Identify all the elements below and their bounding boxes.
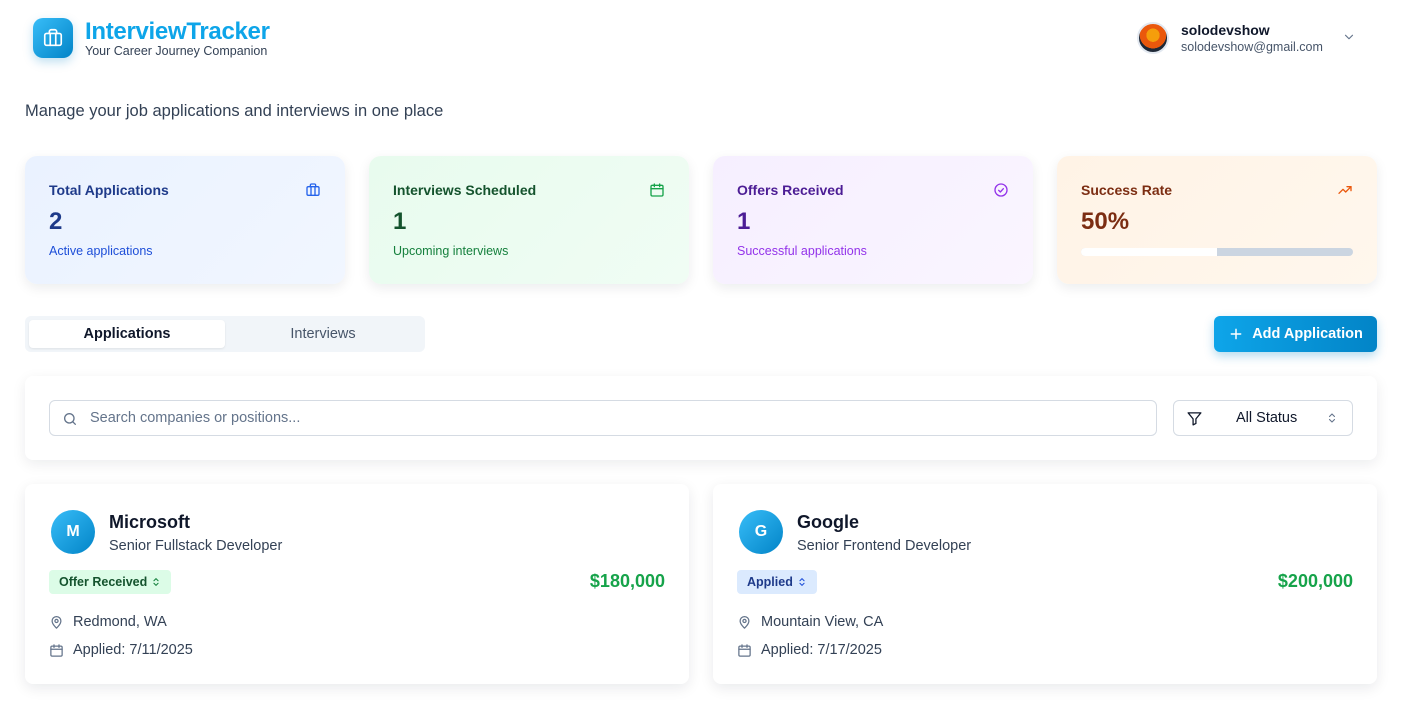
page-tagline: Manage your job applications and intervi… xyxy=(25,102,444,120)
stat-card-success-rate: Success Rate 50% xyxy=(1057,156,1377,284)
map-pin-icon xyxy=(51,615,62,629)
stat-label: Success Rate xyxy=(1081,182,1173,198)
chevron-updown-icon xyxy=(153,578,159,586)
briefcase-icon xyxy=(306,183,320,196)
stat-value: 50% xyxy=(1081,208,1130,235)
stat-label: Offers Received xyxy=(737,182,844,198)
chevron-updown-icon xyxy=(799,578,805,586)
user-menu[interactable]: solodevshow solodevshow@gmail.com xyxy=(1137,20,1357,56)
add-application-label: Add Application xyxy=(1252,326,1363,342)
calendar-icon xyxy=(50,643,63,657)
map-pin-icon xyxy=(739,615,750,629)
app-header: InterviewTracker Your Career Journey Com… xyxy=(0,0,1417,80)
location-text: Redmond, WA xyxy=(73,614,167,630)
location-row: Mountain View, CA xyxy=(737,612,883,632)
applied-date-row: Applied: 7/11/2025 xyxy=(49,640,193,660)
stat-note: Upcoming interviews xyxy=(393,244,509,258)
view-tabs: Applications Interviews xyxy=(25,316,425,352)
location-row: Redmond, WA xyxy=(49,612,167,632)
status-badge[interactable]: Offer Received xyxy=(49,570,172,594)
check-circle-icon xyxy=(994,183,1008,197)
tab-applications[interactable]: Applications xyxy=(29,320,225,348)
company-name: Microsoft xyxy=(109,512,190,532)
status-badge-label: Applied xyxy=(747,575,793,589)
stat-value: 2 xyxy=(49,208,63,235)
stat-value: 1 xyxy=(737,208,751,235)
app-title: InterviewTracker xyxy=(85,18,270,45)
app-subtitle: Your Career Journey Companion xyxy=(85,44,268,58)
application-card[interactable]: M Microsoft Senior Fullstack Developer O… xyxy=(25,484,689,684)
salary: $180,000 xyxy=(589,571,665,591)
applied-date-text: Applied: 7/17/2025 xyxy=(761,642,882,658)
filter-panel: All Status xyxy=(25,376,1377,460)
avatar xyxy=(1137,22,1169,54)
chevron-updown-icon xyxy=(1328,413,1336,423)
stat-card-total-applications: Total Applications 2 Active applications xyxy=(25,156,345,284)
salary: $200,000 xyxy=(1277,571,1353,591)
calendar-icon xyxy=(650,183,664,197)
search-box xyxy=(49,400,1157,436)
company-logo: G xyxy=(739,510,783,554)
success-rate-progress-fill xyxy=(1081,248,1217,256)
briefcase-icon xyxy=(43,28,63,47)
application-card[interactable]: G Google Senior Frontend Developer Appli… xyxy=(713,484,1377,684)
stat-card-offers-received: Offers Received 1 Successful application… xyxy=(713,156,1033,284)
trending-up-icon xyxy=(1338,186,1352,194)
position-title: Senior Fullstack Developer xyxy=(109,538,283,554)
company-name: Google xyxy=(797,512,859,532)
search-input[interactable] xyxy=(90,401,1150,435)
stat-label: Interviews Scheduled xyxy=(393,182,537,198)
applied-date-text: Applied: 7/11/2025 xyxy=(73,642,193,658)
status-filter-value: All Status xyxy=(1236,410,1298,426)
position-title: Senior Frontend Developer xyxy=(797,538,972,554)
add-application-button[interactable]: Add Application xyxy=(1214,316,1377,352)
stat-note: Successful applications xyxy=(737,244,867,258)
user-email: solodevshow@gmail.com xyxy=(1181,40,1323,54)
company-logo: M xyxy=(51,510,95,554)
stat-note: Active applications xyxy=(49,244,153,258)
stat-value: 1 xyxy=(393,208,407,235)
plus-icon xyxy=(1230,328,1242,340)
applied-date-row: Applied: 7/17/2025 xyxy=(737,640,882,660)
user-name: solodevshow xyxy=(1181,22,1270,38)
status-badge-label: Offer Received xyxy=(59,575,148,589)
chevron-down-icon[interactable] xyxy=(1342,30,1356,44)
stat-label: Total Applications xyxy=(49,182,169,198)
calendar-icon xyxy=(738,643,751,657)
tab-interviews[interactable]: Interviews xyxy=(225,320,421,348)
status-badge[interactable]: Applied xyxy=(737,570,817,594)
status-filter-select[interactable]: All Status xyxy=(1173,400,1353,436)
success-rate-progress xyxy=(1081,248,1353,256)
search-icon xyxy=(63,413,76,425)
app-logo[interactable] xyxy=(33,18,73,58)
stat-card-interviews-scheduled: Interviews Scheduled 1 Upcoming intervie… xyxy=(369,156,689,284)
filter-icon xyxy=(1187,412,1202,426)
location-text: Mountain View, CA xyxy=(761,614,884,630)
